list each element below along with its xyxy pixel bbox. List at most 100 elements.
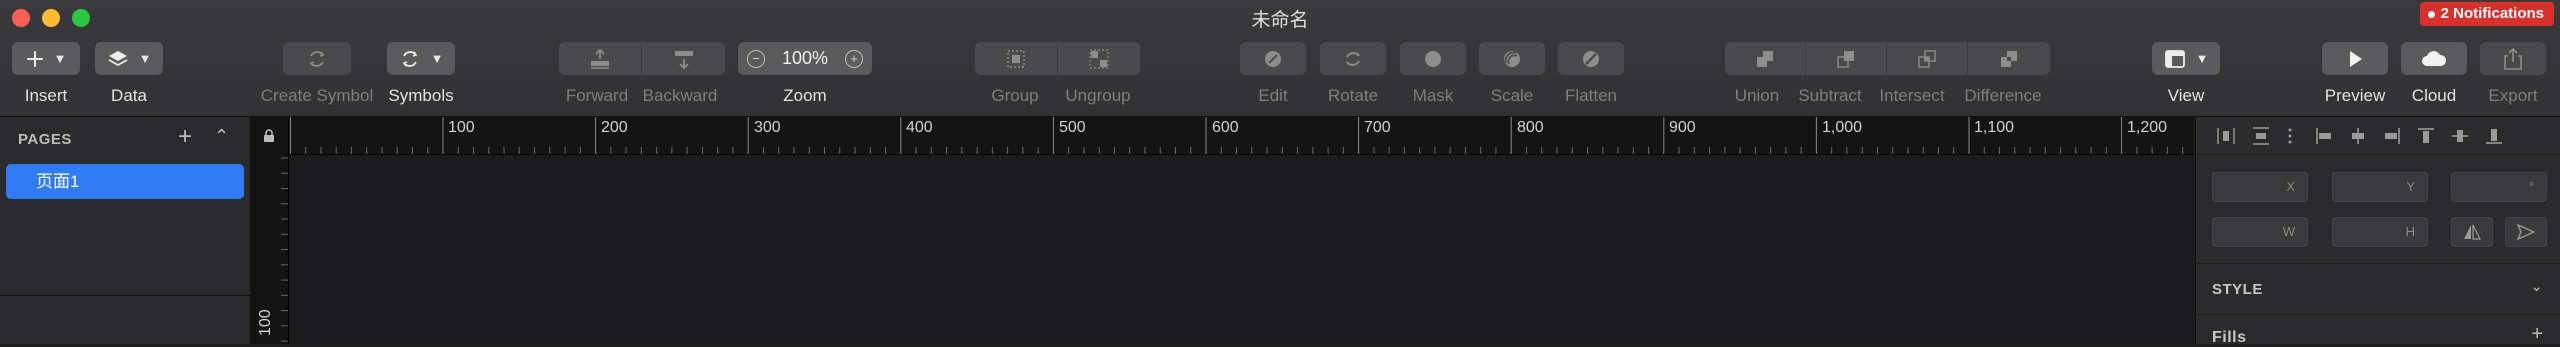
document-title: 未命名 bbox=[1251, 10, 1309, 31]
more-options-icon[interactable] bbox=[2280, 126, 2300, 146]
chevron-down-icon: ▼ bbox=[53, 51, 67, 66]
forward-button[interactable] bbox=[559, 42, 642, 75]
difference-icon bbox=[2001, 50, 2017, 67]
pages-panel: PAGES + ⌃ 页面1 bbox=[0, 117, 251, 344]
group-segment bbox=[975, 42, 1140, 75]
flatten-button[interactable] bbox=[1558, 42, 1624, 75]
layers-icon bbox=[108, 50, 127, 66]
flatten-label: Flatten bbox=[1565, 86, 1617, 105]
y-field-label: Y bbox=[2406, 179, 2415, 194]
collapse-pages-icon[interactable]: ⌃ bbox=[214, 126, 229, 147]
edit-button[interactable] bbox=[1240, 42, 1306, 75]
notifications-label: 2 Notifications bbox=[2440, 5, 2544, 22]
chevron-down-icon: ▼ bbox=[430, 51, 444, 66]
page-list-item[interactable]: 页面1 bbox=[6, 164, 244, 199]
forward-label: Forward bbox=[565, 86, 629, 105]
cloud-label: Cloud bbox=[2411, 86, 2457, 105]
rotation-input[interactable]: ° bbox=[2451, 172, 2547, 202]
ruler-corner[interactable] bbox=[251, 117, 289, 154]
ruler-label: 400 bbox=[906, 119, 933, 136]
style-collapse-chevron-icon[interactable]: ⌄ bbox=[2530, 277, 2543, 295]
chevron-down-icon: ▼ bbox=[138, 51, 152, 66]
intersect-icon bbox=[1918, 49, 1936, 68]
add-page-icon[interactable]: + bbox=[178, 123, 192, 151]
width-input[interactable]: W bbox=[2212, 217, 2308, 247]
canvas[interactable]: 100 200 300 400 500 600 700 800 900 1,00… bbox=[251, 117, 2194, 344]
notifications-badge[interactable]: 2 Notifications bbox=[2419, 2, 2554, 26]
data-label: Data bbox=[111, 86, 147, 105]
create-symbol-icon bbox=[309, 50, 325, 67]
section-divider bbox=[2196, 314, 2560, 315]
align-bottom-icon[interactable] bbox=[2484, 126, 2504, 146]
align-top-icon[interactable] bbox=[2416, 126, 2436, 146]
align-right-icon[interactable] bbox=[2382, 126, 2402, 146]
ruler-label: 100 bbox=[448, 119, 475, 136]
intersect-button[interactable] bbox=[1887, 42, 1968, 75]
zoom-in-icon[interactable]: + bbox=[844, 49, 863, 68]
lock-icon[interactable] bbox=[263, 129, 275, 143]
align-left-icon[interactable] bbox=[2314, 126, 2334, 146]
ruler-label: 900 bbox=[1669, 119, 1696, 136]
align-center-horizontal-icon[interactable] bbox=[2348, 126, 2368, 146]
section-divider bbox=[2196, 263, 2560, 264]
union-icon bbox=[1757, 50, 1773, 67]
export-button[interactable] bbox=[2480, 42, 2546, 75]
backward-label: Backward bbox=[642, 86, 718, 105]
align-middle-vertical-icon[interactable] bbox=[2450, 126, 2470, 146]
subtract-button[interactable] bbox=[1806, 42, 1887, 75]
mask-button[interactable] bbox=[1400, 42, 1466, 75]
rotate-button[interactable] bbox=[1320, 42, 1386, 75]
distribute-vertical-icon[interactable] bbox=[2251, 126, 2271, 146]
artboard-area[interactable] bbox=[289, 155, 2194, 344]
backward-icon bbox=[674, 50, 693, 69]
create-symbol-button[interactable] bbox=[283, 42, 351, 75]
preview-label: Preview bbox=[2324, 86, 2386, 105]
union-button[interactable] bbox=[1725, 42, 1806, 75]
vertical-ruler[interactable]: 100 bbox=[251, 154, 289, 344]
ungroup-label: Ungroup bbox=[1065, 86, 1131, 105]
subtract-icon bbox=[1837, 50, 1854, 68]
ungroup-button[interactable] bbox=[1058, 42, 1140, 75]
cloud-icon bbox=[2422, 50, 2447, 66]
flip-vertical-button[interactable] bbox=[2505, 217, 2547, 247]
zoom-value[interactable]: 100% bbox=[782, 48, 828, 69]
distribute-horizontal-icon[interactable] bbox=[2216, 126, 2236, 146]
insert-button[interactable]: ▼ bbox=[12, 42, 80, 75]
horizontal-ruler[interactable]: 100 200 300 400 500 600 700 800 900 1,00… bbox=[251, 117, 2194, 155]
difference-button[interactable] bbox=[1968, 42, 2050, 75]
notification-dot-icon bbox=[2427, 10, 2435, 18]
intersect-label: Intersect bbox=[1879, 86, 1945, 105]
forward-icon bbox=[591, 48, 609, 69]
zoom-out-icon[interactable]: − bbox=[747, 49, 765, 68]
cloud-button[interactable] bbox=[2401, 42, 2467, 75]
add-fill-icon[interactable]: + bbox=[2531, 323, 2543, 346]
symbols-label: Symbols bbox=[388, 86, 454, 105]
mask-label: Mask bbox=[1412, 86, 1454, 105]
y-position-input[interactable]: Y bbox=[2332, 172, 2428, 202]
plus-icon bbox=[26, 50, 43, 67]
ruler-label: 100 bbox=[257, 309, 274, 336]
difference-label: Difference bbox=[1964, 86, 2042, 105]
subtract-label: Subtract bbox=[1798, 86, 1862, 105]
symbols-button[interactable]: ▼ bbox=[387, 42, 455, 75]
preview-button[interactable] bbox=[2322, 42, 2388, 75]
x-position-input[interactable]: X bbox=[2212, 172, 2308, 202]
group-button[interactable] bbox=[975, 42, 1058, 75]
ungroup-icon bbox=[1089, 48, 1109, 69]
data-button[interactable]: ▼ bbox=[95, 42, 163, 75]
scale-button[interactable] bbox=[1479, 42, 1545, 75]
flip-horizontal-icon bbox=[2464, 224, 2481, 240]
ruler-label: 300 bbox=[754, 119, 781, 136]
style-section-title[interactable]: STYLE bbox=[2212, 281, 2263, 298]
view-button[interactable]: ▼ bbox=[2152, 42, 2220, 75]
fills-section-title: Fills bbox=[2212, 329, 2247, 346]
scale-label: Scale bbox=[1490, 86, 1534, 105]
flip-vertical-icon bbox=[2516, 223, 2536, 241]
export-label: Export bbox=[2488, 86, 2538, 105]
rotate-label: Rotate bbox=[1327, 86, 1379, 105]
ruler-label: 800 bbox=[1517, 119, 1544, 136]
backward-button[interactable] bbox=[642, 42, 725, 75]
x-field-label: X bbox=[2286, 179, 2295, 194]
height-input[interactable]: H bbox=[2332, 217, 2428, 247]
flip-horizontal-button[interactable] bbox=[2451, 217, 2493, 247]
